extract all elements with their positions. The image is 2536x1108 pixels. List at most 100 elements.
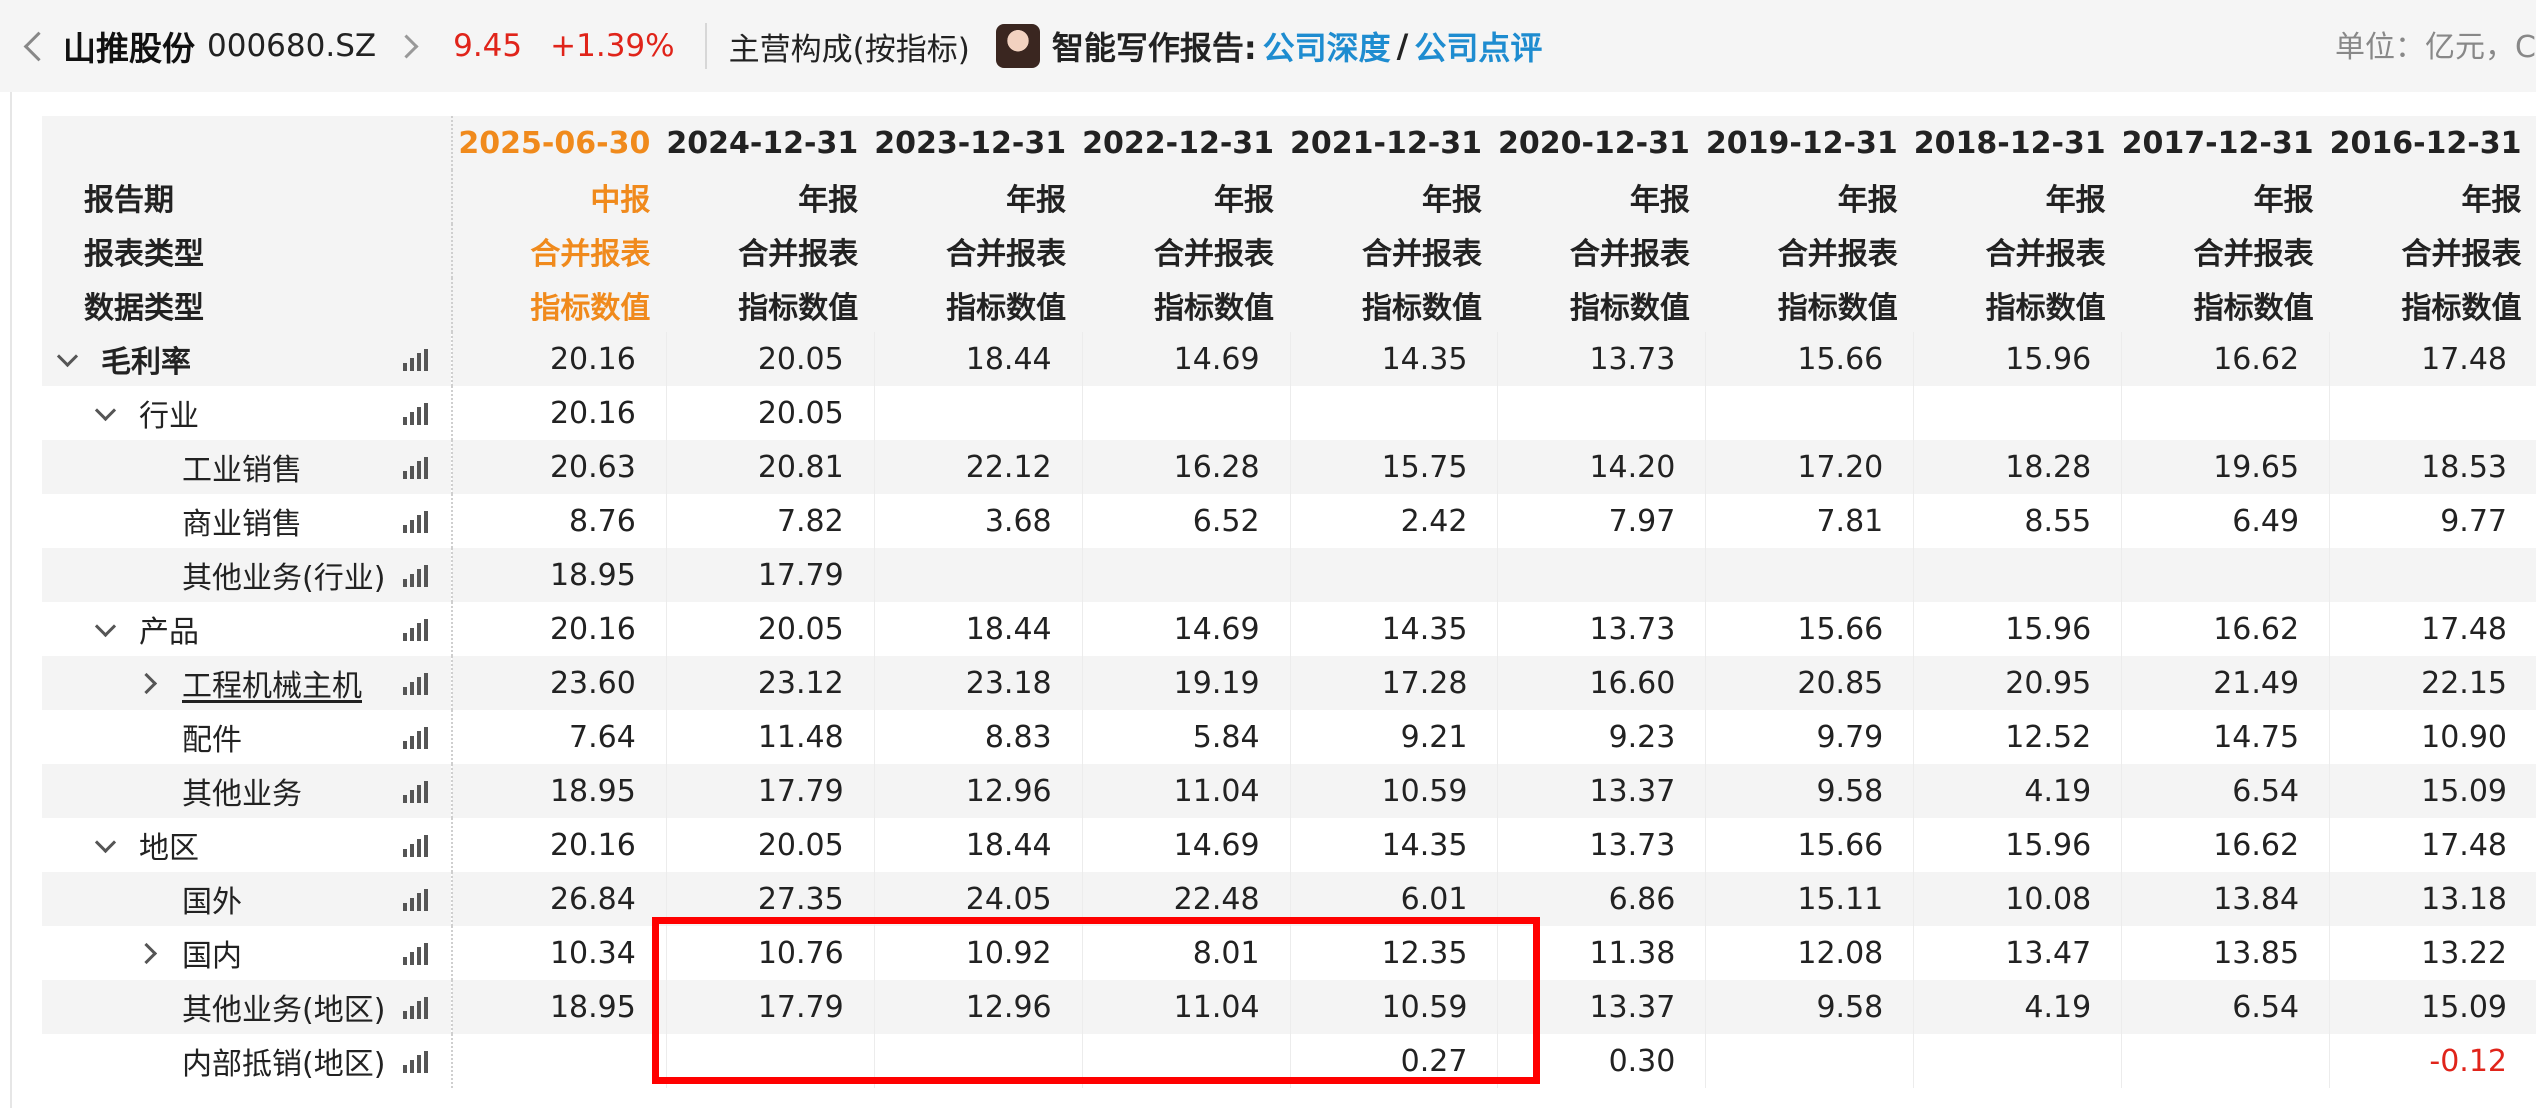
bar-chart-icon[interactable]	[403, 1051, 429, 1073]
table-cell: 9.58	[1705, 764, 1915, 818]
table-cell: 14.69	[1082, 602, 1291, 656]
bar-chart-icon[interactable]	[403, 781, 429, 803]
chevron-down-icon[interactable]	[94, 615, 117, 637]
row-name[interactable]: 其他业务(行业)	[182, 553, 385, 597]
period-type: 年报	[2253, 183, 2314, 218]
bar-chart-icon[interactable]	[403, 619, 429, 641]
period-data-type: 指标数值	[1569, 291, 1690, 326]
table-cell: 15.96	[1913, 818, 2123, 872]
row-name[interactable]: 国外	[182, 877, 242, 921]
table-cell: 7.82	[666, 494, 875, 548]
row-name-cell[interactable]: 产品	[42, 602, 454, 656]
period-data-type: 指标数值	[1361, 291, 1482, 326]
row-name[interactable]: 工业销售	[182, 445, 302, 489]
row-name-cell[interactable]: 毛利率	[42, 332, 454, 386]
bar-chart-icon[interactable]	[403, 511, 429, 533]
row-name-cell[interactable]: 其他业务(行业)	[42, 548, 454, 602]
period-header-cell: 合并报表	[874, 224, 1083, 278]
table-row: 产品 20.16 20.05 18.44 14.69 14.35 13.73 15.66 15.…	[42, 602, 2536, 656]
bar-chart-icon[interactable]	[403, 565, 429, 587]
chevron-left-icon[interactable]	[23, 31, 54, 61]
table-cell: 18.28	[1913, 440, 2123, 494]
bar-chart-icon[interactable]	[403, 727, 429, 749]
period-header-cell: 2020-12-31	[1497, 116, 1706, 170]
bar-chart-icon[interactable]	[403, 943, 429, 965]
table-cell: 6.52	[1082, 494, 1291, 548]
table-cell: 18.95	[452, 548, 667, 602]
period-header-cell: 2021-12-31	[1290, 116, 1498, 170]
table-cell	[1705, 548, 1915, 602]
main-composition-panel: 2025-06-30 2024-12-31 2023-12-31 2022-12-31…	[10, 92, 2536, 1108]
stock-name[interactable]: 山推股份	[63, 22, 195, 70]
bar-chart-icon[interactable]	[403, 457, 429, 479]
period-data-type: 指标数值	[1777, 291, 1898, 326]
chevron-right-icon[interactable]	[135, 942, 158, 964]
period-statement: 合并报表	[2193, 237, 2314, 272]
row-name[interactable]: 行业	[139, 391, 199, 435]
row-name[interactable]: 商业销售	[182, 499, 302, 543]
period-header-cell[interactable]: 指标数值	[452, 278, 667, 332]
table-cell: 14.35	[1290, 332, 1499, 386]
period-header-cell[interactable]: 合并报表	[452, 224, 667, 278]
main-composition-table: 2025-06-30 2024-12-31 2023-12-31 2022-12-31…	[42, 116, 2536, 1088]
row-name[interactable]: 地区	[139, 823, 199, 867]
table-cell: 15.96	[1913, 332, 2123, 386]
row-name[interactable]: 其他业务	[182, 769, 302, 813]
row-name-cell[interactable]: 国内	[42, 926, 454, 980]
row-name[interactable]: 产品	[139, 607, 199, 651]
chevron-right-icon[interactable]	[394, 33, 419, 59]
row-name[interactable]: 国内	[182, 931, 242, 975]
bar-chart-icon[interactable]	[403, 673, 429, 695]
bar-chart-icon[interactable]	[403, 403, 429, 425]
table-cell: 5.84	[1082, 710, 1291, 764]
chevron-down-icon[interactable]	[56, 345, 79, 367]
bar-chart-icon[interactable]	[403, 835, 429, 857]
row-name[interactable]: 工程机械主机	[182, 661, 362, 705]
bar-chart-icon[interactable]	[403, 889, 429, 911]
row-name-cell[interactable]: 其他业务	[42, 764, 454, 818]
period-header-cell: 年报	[1913, 170, 2122, 224]
row-name-cell[interactable]: 国外	[42, 872, 454, 926]
table-cell	[1497, 386, 1707, 440]
period-date: 2024-12-31	[666, 125, 859, 161]
table-cell: 9.58	[1705, 980, 1915, 1034]
stock-price: 9.45	[453, 28, 523, 64]
bar-chart-icon[interactable]	[403, 349, 429, 371]
bar-chart-icon[interactable]	[403, 997, 429, 1019]
period-header-cell[interactable]: 2025-06-30	[452, 116, 667, 170]
row-name-cell[interactable]: 工程机械主机	[42, 656, 454, 710]
row-name-cell[interactable]: 地区	[42, 818, 454, 872]
row-name[interactable]: 毛利率	[101, 337, 191, 381]
row-name[interactable]: 其他业务(地区)	[182, 985, 385, 1029]
chevron-down-icon[interactable]	[94, 831, 117, 853]
table-cell	[1705, 386, 1915, 440]
period-header-cell[interactable]: 中报	[452, 170, 667, 224]
period-date: 2022-12-31	[1082, 125, 1275, 161]
period-date: 2023-12-31	[874, 125, 1067, 161]
ai-writer-avatar	[995, 24, 1040, 68]
table-cell: 6.86	[1497, 872, 1707, 926]
table-cell: 14.20	[1497, 440, 1707, 494]
chevron-right-icon[interactable]	[135, 672, 158, 694]
row-name-cell[interactable]: 工业销售	[42, 440, 454, 494]
period-header-cell: 年报	[1082, 170, 1291, 224]
table-cell: 11.38	[1497, 926, 1707, 980]
row-name-wrap: 产品	[42, 602, 451, 656]
company-depth-link[interactable]: 公司深度	[1263, 23, 1391, 69]
row-name[interactable]: 内部抵销(地区)	[182, 1039, 385, 1083]
period-type: 年报	[2461, 183, 2522, 218]
header-label-text: 报表类型	[84, 237, 204, 272]
row-name-cell[interactable]: 内部抵销(地区)	[42, 1034, 454, 1088]
row-name-cell[interactable]: 商业销售	[42, 494, 454, 548]
company-review-link[interactable]: 公司点评	[1414, 23, 1542, 69]
period-header-cell: 年报	[666, 170, 875, 224]
table-cell: 14.69	[1082, 818, 1291, 872]
chevron-down-icon[interactable]	[94, 399, 117, 421]
table-cell: 20.63	[452, 440, 667, 494]
row-name-cell[interactable]: 配件	[42, 710, 454, 764]
row-name[interactable]: 配件	[182, 715, 242, 759]
table-cell	[1705, 1034, 1915, 1088]
row-name-cell[interactable]: 其他业务(地区)	[42, 980, 454, 1034]
row-name-cell[interactable]: 行业	[42, 386, 454, 440]
period-data-type: 指标数值	[2193, 291, 2314, 326]
